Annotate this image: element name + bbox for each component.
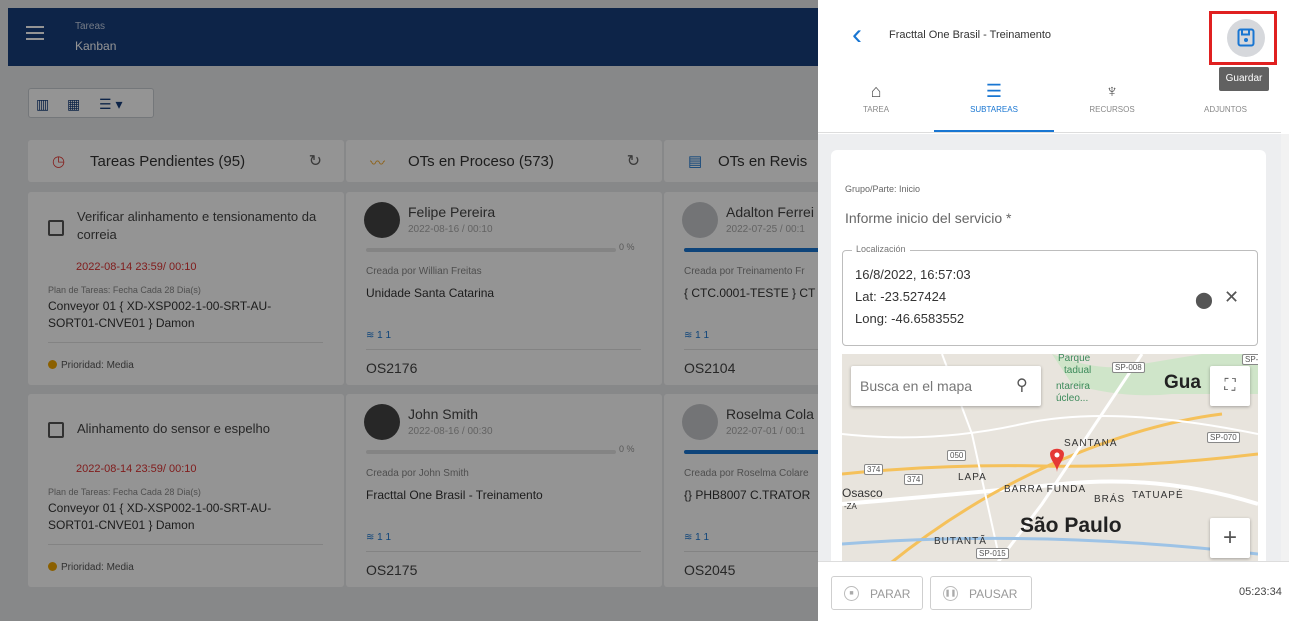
search-icon[interactable]: ⚲ bbox=[1016, 375, 1028, 395]
tab-tarea[interactable]: ⌂ TAREA bbox=[818, 67, 934, 133]
map-search-input[interactable]: Busca en el mapa bbox=[860, 378, 972, 394]
road-shield: 374 bbox=[864, 464, 884, 475]
tab-recursos[interactable]: ♆ RECURSOS bbox=[1054, 67, 1170, 133]
tools-icon: ♆ bbox=[1105, 81, 1119, 101]
map-label: BARRA FUNDA bbox=[1004, 484, 1087, 495]
back-arrow-icon[interactable]: ‹ bbox=[852, 20, 862, 50]
location-lat: Lat: -23.527424 bbox=[855, 289, 947, 304]
map-label: BRÁS bbox=[1094, 494, 1126, 505]
service-start-label: Informe inicio del servicio * bbox=[845, 210, 1012, 226]
panel-title: Fracttal One Brasil - Treinamento bbox=[889, 29, 1052, 41]
map-view[interactable]: Parque tadual ntareira úcleo... SP-008 S… bbox=[842, 354, 1258, 570]
tab-label: TAREA bbox=[862, 105, 890, 114]
location-pin-icon[interactable]: ⬤ bbox=[1195, 290, 1213, 310]
stop-button[interactable]: ■ PARAR bbox=[831, 576, 923, 610]
map-label: úcleo... bbox=[1056, 393, 1089, 404]
group-label: Grupo/Parte: Inicio bbox=[845, 184, 921, 194]
location-long: Long: -46.6583552 bbox=[855, 311, 965, 326]
save-button-highlight bbox=[1209, 11, 1277, 65]
road-shield: SP-015 bbox=[976, 548, 1009, 559]
elapsed-timer: 05:23:34 bbox=[1239, 586, 1282, 598]
road-shield: SP-070 bbox=[1207, 432, 1240, 443]
panel-scrollbar[interactable] bbox=[1281, 134, 1289, 561]
road-shield: 374 bbox=[904, 474, 924, 485]
panel-footer: ■ PARAR ❚❚ PAUSAR 05:23:34 bbox=[818, 561, 1289, 621]
map-label: tadual bbox=[1064, 365, 1092, 376]
pause-button[interactable]: ❚❚ PAUSAR bbox=[930, 576, 1032, 610]
map-search-box[interactable]: Busca en el mapa ⚲ bbox=[851, 366, 1041, 406]
pause-icon: ❚❚ bbox=[943, 586, 958, 601]
task-detail-panel: ‹ Fracttal One Brasil - Treinamento ⌂ TA… bbox=[818, 0, 1289, 621]
location-datetime: 16/8/2022, 16:57:03 bbox=[855, 267, 971, 282]
map-label: BUTANTÃ bbox=[934, 536, 987, 547]
clear-location-icon[interactable]: ✕ bbox=[1224, 287, 1239, 308]
location-legend: Localización bbox=[852, 244, 910, 254]
road-shield: SP-0 bbox=[1242, 354, 1258, 365]
save-tooltip: Guardar bbox=[1219, 67, 1269, 91]
app-root: Tareas Kanban ▥ ▦ ☰ ▾ ◷ Tareas Pendiente… bbox=[0, 0, 1289, 621]
modal-backdrop[interactable] bbox=[0, 0, 818, 621]
road-shield: 050 bbox=[947, 450, 967, 461]
map-label: SANTANA bbox=[1064, 438, 1118, 449]
stop-icon: ■ bbox=[844, 586, 859, 601]
subtask-content: Grupo/Parte: Inicio Informe inicio del s… bbox=[818, 134, 1281, 570]
panel-tabs: ⌂ TAREA ☰ SUBTAREAS ♆ RECURSOS ADJUNTOS bbox=[818, 67, 1281, 133]
map-label: -ZA bbox=[844, 502, 857, 511]
subtask-card: Grupo/Parte: Inicio Informe inicio del s… bbox=[831, 150, 1266, 570]
fullscreen-icon[interactable]: ⛶ bbox=[1210, 366, 1250, 406]
map-label: Gua bbox=[1164, 372, 1201, 393]
zoom-in-button[interactable]: + bbox=[1210, 518, 1250, 558]
map-label: TATUAPÉ bbox=[1132, 490, 1184, 501]
road-shield: SP-008 bbox=[1112, 362, 1145, 373]
tab-subtareas[interactable]: ☰ SUBTAREAS bbox=[934, 67, 1054, 133]
active-tab-indicator bbox=[934, 130, 1054, 132]
map-label: Parque bbox=[1058, 354, 1091, 364]
home-icon: ⌂ bbox=[870, 81, 882, 101]
checklist-icon: ☰ bbox=[985, 81, 1003, 101]
tab-label: ADJUNTOS bbox=[1204, 105, 1247, 114]
map-label: São Paulo bbox=[1020, 514, 1122, 537]
tab-label: SUBTAREAS bbox=[970, 105, 1018, 114]
map-label: LAPA bbox=[958, 472, 987, 483]
tab-label: RECURSOS bbox=[1089, 105, 1135, 114]
location-field[interactable]: Localización 16/8/2022, 16:57:03 Lat: -2… bbox=[842, 244, 1258, 346]
map-label: ntareira bbox=[1056, 381, 1090, 392]
map-label: Osasco bbox=[842, 486, 883, 500]
